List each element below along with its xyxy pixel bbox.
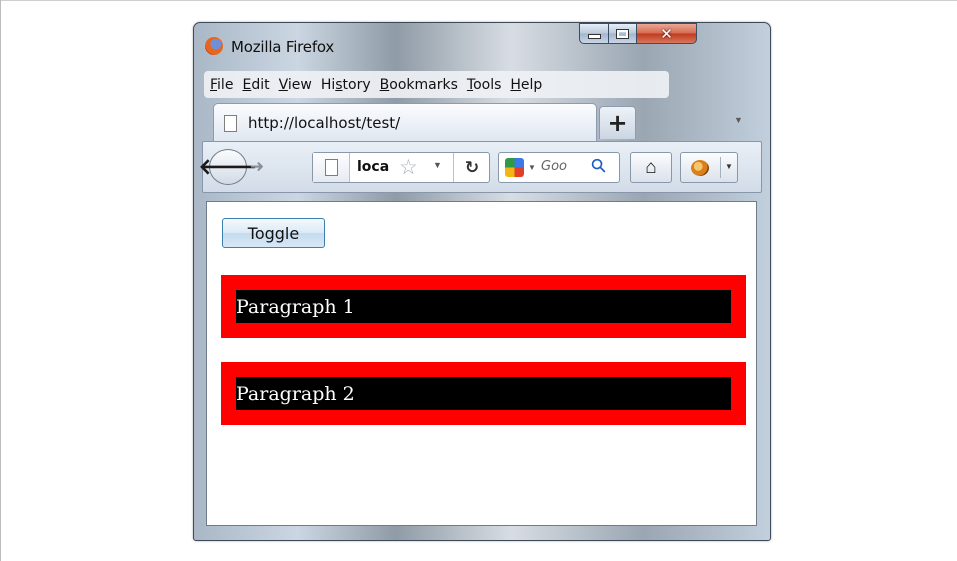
page-icon: [325, 159, 338, 176]
menu-accelerator: B: [379, 76, 390, 93]
menu-label-part: tory: [342, 76, 371, 93]
toggle-button[interactable]: Toggle: [222, 218, 325, 248]
home-icon: ⌂: [645, 156, 657, 178]
menu-label-part: dit: [251, 76, 270, 93]
back-button[interactable]: 🡐: [199, 149, 258, 185]
close-icon: ✕: [660, 24, 673, 43]
tab-label: http://localhost/test/: [248, 114, 401, 132]
menu-bookmarks[interactable]: Bookmarks: [377, 77, 464, 93]
forward-button[interactable]: ➜: [245, 155, 269, 179]
menu-edit[interactable]: Edit: [239, 77, 275, 93]
menu-accelerator: E: [242, 76, 252, 93]
menu-accelerator: F: [210, 76, 218, 93]
minimize-button[interactable]: [579, 23, 609, 44]
page-content: Toggle Paragraph 1 Paragraph 2: [206, 201, 757, 526]
menu-label-part: elp: [520, 76, 543, 93]
url-bar[interactable]: loca ☆ ▼ ↻: [312, 152, 490, 183]
addon-separator: [720, 157, 721, 178]
star-icon[interactable]: ☆: [399, 155, 418, 180]
menu-view[interactable]: View: [276, 77, 318, 93]
paragraph-text: Paragraph 2: [236, 377, 731, 410]
menu-label-part: iew: [287, 76, 312, 93]
addon-button[interactable]: ▼: [680, 152, 738, 183]
reload-button[interactable]: ↻: [453, 153, 490, 182]
firefox-logo-icon: [205, 37, 223, 55]
url-input[interactable]: loca: [357, 159, 393, 175]
page-icon: [224, 115, 237, 132]
menu-history[interactable]: History: [318, 77, 377, 93]
site-identity-button[interactable]: [313, 153, 350, 182]
menu-accelerator: V: [278, 76, 288, 93]
menu-label-part: ile: [217, 76, 234, 93]
maximize-icon: [616, 28, 629, 39]
screenshot-border-left: [0, 0, 1, 561]
window-controls: ✕: [579, 23, 697, 45]
close-button[interactable]: ✕: [637, 23, 697, 44]
history-dropdown-icon[interactable]: ▼: [433, 160, 442, 170]
forward-arrow-icon: ➜: [249, 157, 265, 177]
search-bar[interactable]: ▼ Goo ⚲: [498, 152, 620, 183]
addon-dropdown-icon[interactable]: ▼: [725, 162, 733, 171]
menu-label-part: Hi: [320, 76, 336, 93]
maximize-button[interactable]: [609, 23, 637, 44]
paragraph-text: Paragraph 1: [236, 290, 731, 323]
tab-list-dropdown-icon[interactable]: ▼: [734, 115, 743, 125]
window-title: Mozilla Firefox: [231, 38, 335, 56]
engine-dropdown-icon[interactable]: ▼: [528, 163, 536, 172]
paragraph-box: Paragraph 1: [221, 275, 746, 338]
browser-window: Mozilla Firefox ✕ File Edit View History…: [193, 22, 771, 541]
search-input[interactable]: Goo: [541, 159, 581, 174]
menu-label-part: ools: [473, 76, 502, 93]
reload-icon: ↻: [464, 157, 480, 178]
navigation-toolbar: 🡐 ➜ loca ☆ ▼ ↻ ▼ Goo ⚲ ⌂ ▼: [199, 141, 762, 193]
menu-accelerator: s: [335, 76, 343, 93]
tab-localhost-test[interactable]: http://localhost/test/: [213, 103, 597, 141]
title-bar[interactable]: Mozilla Firefox ✕: [194, 23, 770, 61]
home-button[interactable]: ⌂: [630, 152, 672, 183]
menu-label-part: ookmarks: [389, 76, 458, 93]
paragraph-box: Paragraph 2: [221, 362, 746, 425]
menu-tools[interactable]: Tools: [464, 77, 508, 93]
menu-accelerator: H: [510, 76, 521, 93]
menu-bar: File Edit View History Bookmarks Tools H…: [204, 71, 669, 98]
menu-help[interactable]: Help: [507, 77, 548, 93]
menu-file[interactable]: File: [207, 77, 239, 93]
minimize-icon: [587, 34, 601, 39]
ladybug-icon: [691, 160, 709, 176]
google-icon[interactable]: [505, 158, 524, 177]
new-tab-button[interactable]: +: [599, 106, 636, 139]
screenshot-border-top: [0, 0, 957, 1]
search-icon[interactable]: ⚲: [586, 153, 611, 178]
